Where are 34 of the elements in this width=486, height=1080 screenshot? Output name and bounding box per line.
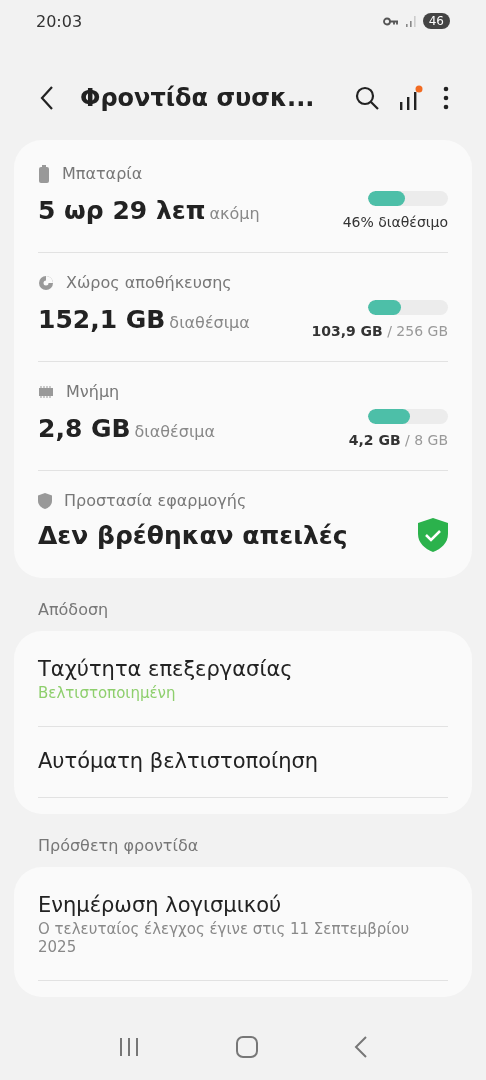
usage-reading: 46% διαθέσιμο	[342, 214, 448, 230]
more-options-icon[interactable]	[442, 86, 450, 110]
usage-reading: 4,2 GB / 8 GB	[348, 432, 448, 448]
battery-indicator: 46	[422, 13, 450, 29]
status-time: 20:03	[36, 11, 83, 31]
shield-icon	[38, 492, 52, 509]
page-title: Φροντίδα συσκ...	[80, 84, 316, 112]
home-icon[interactable]	[236, 1036, 258, 1058]
stat-value: Δεν βρέθηκαν απειλές	[38, 520, 348, 550]
settings-item[interactable]: Ταχύτητα επεξεργασίας Βελτιστοποιημένη	[38, 635, 448, 726]
section-header: Απόδοση	[37, 599, 110, 621]
chip-icon	[38, 384, 54, 399]
stat-value: 5 ωρ 29 λεπ	[38, 196, 206, 225]
signal-icon	[404, 15, 417, 27]
stat-suffix: διαθέσιμα	[134, 422, 216, 441]
stat-value: 2,8 GB	[38, 414, 131, 443]
settings-item[interactable]: Αυτόματη βελτιστοποίηση	[38, 727, 448, 797]
stat-label: Χώρος αποθήκευσης	[66, 273, 232, 292]
bar-chart-icon[interactable]	[398, 84, 424, 112]
shield-check-icon	[418, 518, 448, 552]
stat-label: Μπαταρία	[62, 164, 143, 183]
stat-label: Μνήμη	[66, 382, 120, 401]
key-icon	[382, 16, 399, 26]
back-icon[interactable]	[40, 85, 54, 111]
recent-apps-icon[interactable]	[118, 1036, 140, 1058]
stat-value: 152,1 GB	[38, 305, 166, 334]
stat-suffix: ακόμη	[209, 204, 260, 223]
stat-suffix: διαθέσιμα	[169, 313, 250, 332]
section-header: Πρόσθετη φροντίδα	[37, 835, 200, 857]
battery-icon	[38, 164, 50, 183]
search-icon[interactable]	[354, 85, 380, 111]
stat-label: Προστασία εφαρμογής	[64, 491, 247, 510]
usage-reading: 103,9 GB / 256 GB	[311, 323, 448, 339]
pie-icon	[38, 274, 54, 291]
